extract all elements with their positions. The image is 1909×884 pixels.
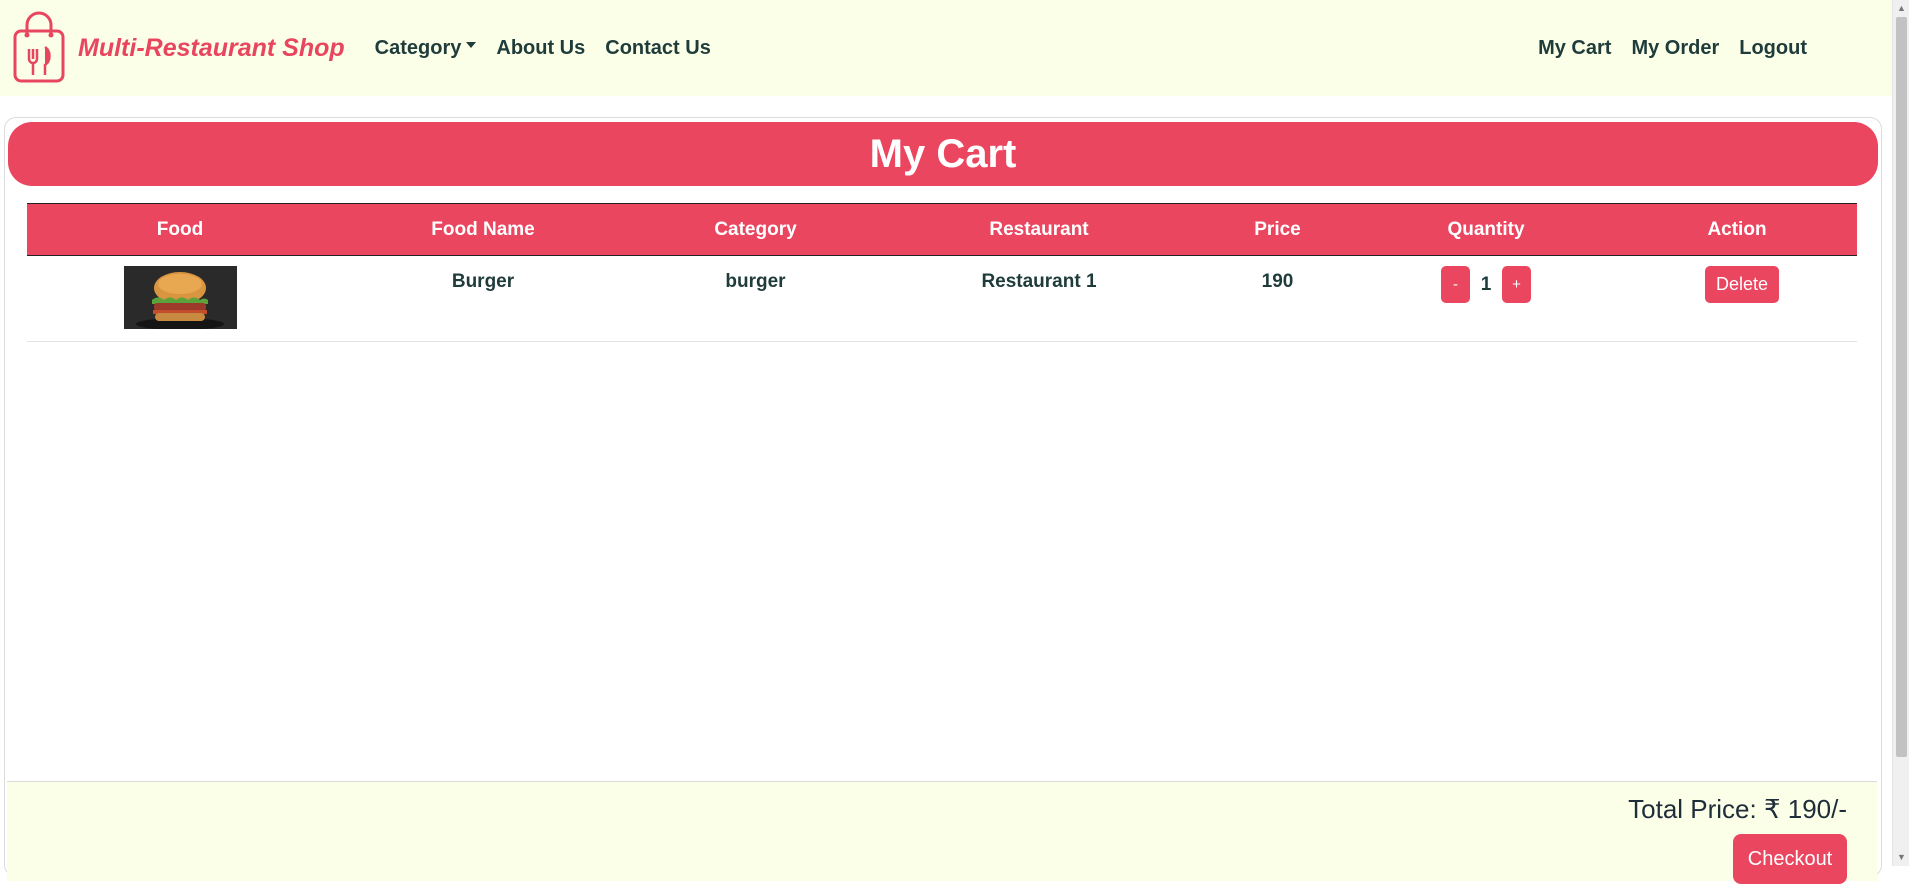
- header-price: Price: [1200, 203, 1355, 256]
- header-restaurant: Restaurant: [878, 203, 1200, 256]
- page-title: My Cart: [8, 122, 1878, 186]
- checkout-button[interactable]: Checkout: [1733, 834, 1847, 884]
- table-row: Burger burger Restaurant 1 190 - 1 + Del…: [27, 255, 1857, 342]
- brand-link[interactable]: Multi-Restaurant Shop: [12, 11, 345, 85]
- scrollbar-thumb[interactable]: [1896, 17, 1907, 757]
- navbar: Multi-Restaurant Shop Category About Us …: [0, 0, 1892, 96]
- total-price: Total Price: ₹ 190/-: [1628, 794, 1847, 824]
- action-cell: Delete: [1617, 255, 1857, 342]
- header-category: Category: [633, 203, 878, 256]
- quantity-stepper: - 1 +: [1441, 266, 1531, 303]
- brand-name[interactable]: Multi-Restaurant Shop: [78, 34, 345, 63]
- category-cell: burger: [633, 255, 878, 342]
- scroll-up-arrow-icon[interactable]: ▲: [1893, 0, 1909, 17]
- scroll-down-arrow-icon[interactable]: ▼: [1893, 849, 1909, 866]
- nav-right: My Cart My Order Logout: [1518, 37, 1807, 60]
- nav-my-cart[interactable]: My Cart: [1538, 37, 1611, 60]
- table-header-row: Food Food Name Category Restaurant Price…: [27, 203, 1857, 256]
- nav-contact-us[interactable]: Contact Us: [605, 37, 711, 60]
- price-cell: 190: [1200, 255, 1355, 342]
- header-food-name: Food Name: [333, 203, 633, 256]
- cart-table: Food Food Name Category Restaurant Price…: [27, 203, 1857, 342]
- header-quantity: Quantity: [1355, 203, 1617, 256]
- quantity-cell: - 1 +: [1355, 255, 1617, 342]
- burger-photo: [123, 266, 237, 329]
- nav-about-us[interactable]: About Us: [496, 37, 585, 60]
- decrement-button[interactable]: -: [1441, 266, 1470, 303]
- restaurant-cell: Restaurant 1: [878, 255, 1200, 342]
- increment-button[interactable]: +: [1502, 266, 1531, 303]
- food-image-cell: [27, 255, 333, 342]
- burger-icon: [123, 266, 237, 329]
- nav-category-dropdown[interactable]: Category: [375, 37, 477, 60]
- nav-left: Category About Us Contact Us: [375, 37, 731, 60]
- vertical-scrollbar[interactable]: ▲ ▼: [1892, 0, 1909, 866]
- header-action: Action: [1617, 203, 1857, 256]
- nav-logout[interactable]: Logout: [1739, 37, 1807, 60]
- shopping-bag-icon: [13, 11, 65, 83]
- delete-button[interactable]: Delete: [1704, 266, 1780, 303]
- quantity-value: 1: [1480, 273, 1492, 295]
- nav-category-label: Category: [374, 36, 462, 59]
- food-name-cell: Burger: [333, 255, 633, 342]
- nav-my-order[interactable]: My Order: [1631, 37, 1719, 60]
- header-food: Food: [27, 203, 333, 256]
- cart-footer: Total Price: ₹ 190/- Checkout: [7, 781, 1877, 884]
- caret-down-icon: [466, 42, 477, 49]
